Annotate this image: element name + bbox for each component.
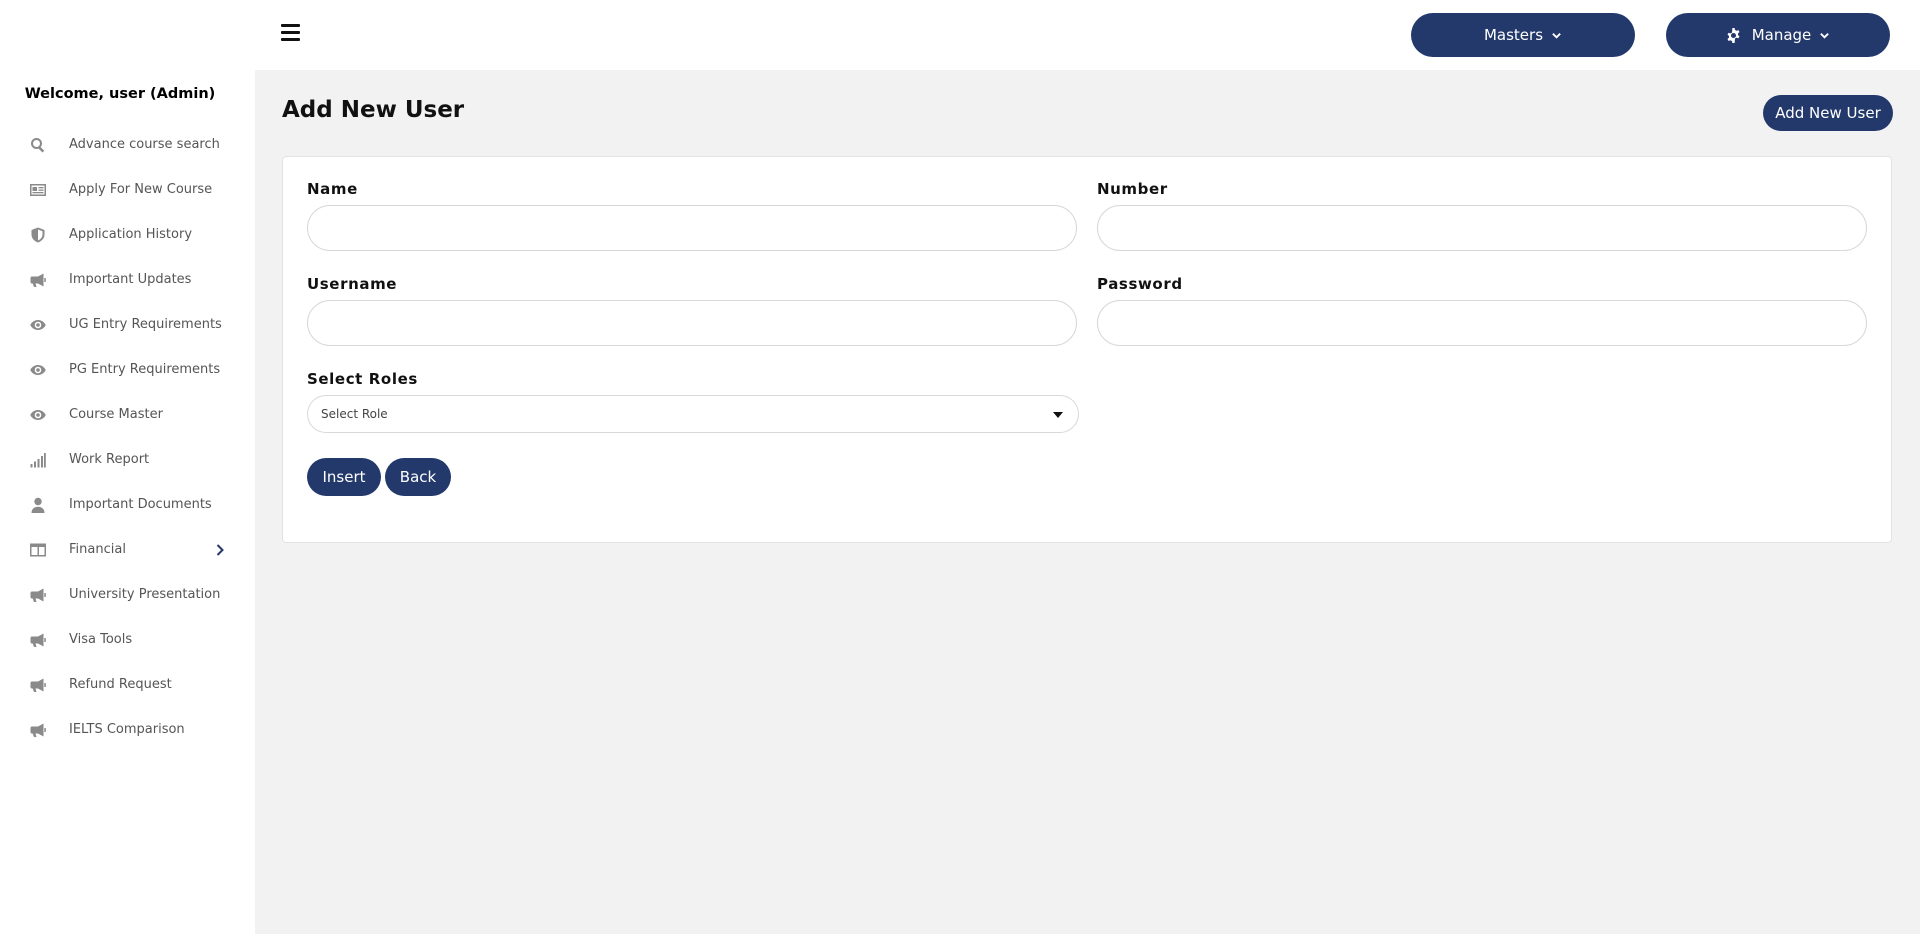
gear-icon [1727, 27, 1740, 43]
insert-button[interactable]: Insert [307, 458, 381, 496]
name-field[interactable] [307, 205, 1077, 251]
masters-dropdown-button[interactable]: Masters [1411, 13, 1635, 57]
megaphone-icon [29, 676, 47, 694]
chevron-right-icon[interactable] [213, 542, 227, 556]
page-title: Add New User [282, 97, 465, 123]
username-label: Username [307, 275, 398, 293]
sidebar-item-refund-request[interactable]: Refund Request [0, 662, 255, 707]
shield-icon [29, 226, 47, 244]
back-button[interactable]: Back [385, 458, 451, 496]
chevron-down-icon [1820, 32, 1830, 39]
sidebar-nav: Advance course search Apply For New Cour… [0, 122, 255, 752]
password-field[interactable] [1097, 300, 1867, 346]
user-icon [29, 496, 47, 514]
add-new-user-button[interactable]: Add New User [1763, 95, 1893, 131]
masters-label: Masters [1483, 26, 1544, 44]
sidebar-item-application-history[interactable]: Application History [0, 212, 255, 257]
search-icon [29, 136, 47, 154]
table-icon [29, 541, 47, 559]
manage-dropdown-button[interactable]: Manage [1666, 13, 1890, 57]
sidebar-item-university-presentation[interactable]: University Presentation [0, 572, 255, 617]
sidebar-item-important-documents[interactable]: Important Documents [0, 482, 255, 527]
hamburger-menu-icon[interactable] [281, 24, 300, 41]
sidebar-item-label: Apply For New Course [69, 182, 213, 197]
eye-icon [29, 361, 47, 379]
sidebar-item-label: Refund Request [69, 677, 172, 692]
megaphone-icon [29, 721, 47, 739]
sidebar-item-ielts-comparison[interactable]: IELTS Comparison [0, 707, 255, 752]
sidebar-item-label: Financial [69, 542, 126, 557]
sidebar-item-label: PG Entry Requirements [69, 362, 221, 377]
id-card-icon [29, 181, 47, 199]
sidebar-item-label: Important Documents [69, 497, 212, 512]
welcome-text: Welcome, user (Admin) [24, 86, 216, 102]
sidebar-item-label: IELTS Comparison [69, 722, 185, 737]
sidebar-item-advance-course-search[interactable]: Advance course search [0, 122, 255, 167]
sidebar-item-important-updates[interactable]: Important Updates [0, 257, 255, 302]
eye-icon [29, 316, 47, 334]
sidebar-item-course-master[interactable]: Course Master [0, 392, 255, 437]
sidebar-item-ug-entry-requirements[interactable]: UG Entry Requirements [0, 302, 255, 347]
eye-icon [29, 406, 47, 424]
sidebar-item-label: University Presentation [69, 587, 221, 602]
chevron-down-icon [1552, 32, 1561, 39]
name-label: Name [307, 180, 358, 198]
sidebar-item-label: Advance course search [69, 137, 220, 152]
caret-down-icon [1053, 412, 1063, 418]
username-field[interactable] [307, 300, 1077, 346]
sidebar: Welcome, user (Admin) Advance course sea… [0, 0, 255, 934]
select-roles-label: Select Roles [307, 370, 418, 388]
megaphone-icon [29, 586, 47, 604]
sidebar-item-label: Work Report [69, 452, 150, 467]
number-label: Number [1097, 180, 1168, 198]
sidebar-item-apply-for-new-course[interactable]: Apply For New Course [0, 167, 255, 212]
sidebar-item-label: UG Entry Requirements [69, 317, 222, 332]
sidebar-item-label: Important Updates [69, 272, 192, 287]
add-user-form-card: Name Number Username Password Select Rol… [282, 156, 1892, 543]
megaphone-icon [29, 631, 47, 649]
select-roles-dropdown[interactable]: Select Role [307, 395, 1079, 433]
sidebar-item-pg-entry-requirements[interactable]: PG Entry Requirements [0, 347, 255, 392]
number-field[interactable] [1097, 205, 1867, 251]
signal-bars-icon [29, 451, 47, 469]
sidebar-item-label: Application History [69, 227, 193, 242]
select-roles-value: Select Role [321, 407, 388, 421]
sidebar-item-financial[interactable]: Financial [0, 527, 255, 572]
megaphone-icon [29, 271, 47, 289]
sidebar-item-work-report[interactable]: Work Report [0, 437, 255, 482]
manage-label: Manage [1751, 26, 1812, 44]
topbar: Masters Manage [255, 0, 1920, 70]
password-label: Password [1097, 275, 1183, 293]
sidebar-item-label: Course Master [69, 407, 163, 422]
sidebar-item-visa-tools[interactable]: Visa Tools [0, 617, 255, 662]
sidebar-item-label: Visa Tools [69, 632, 133, 647]
